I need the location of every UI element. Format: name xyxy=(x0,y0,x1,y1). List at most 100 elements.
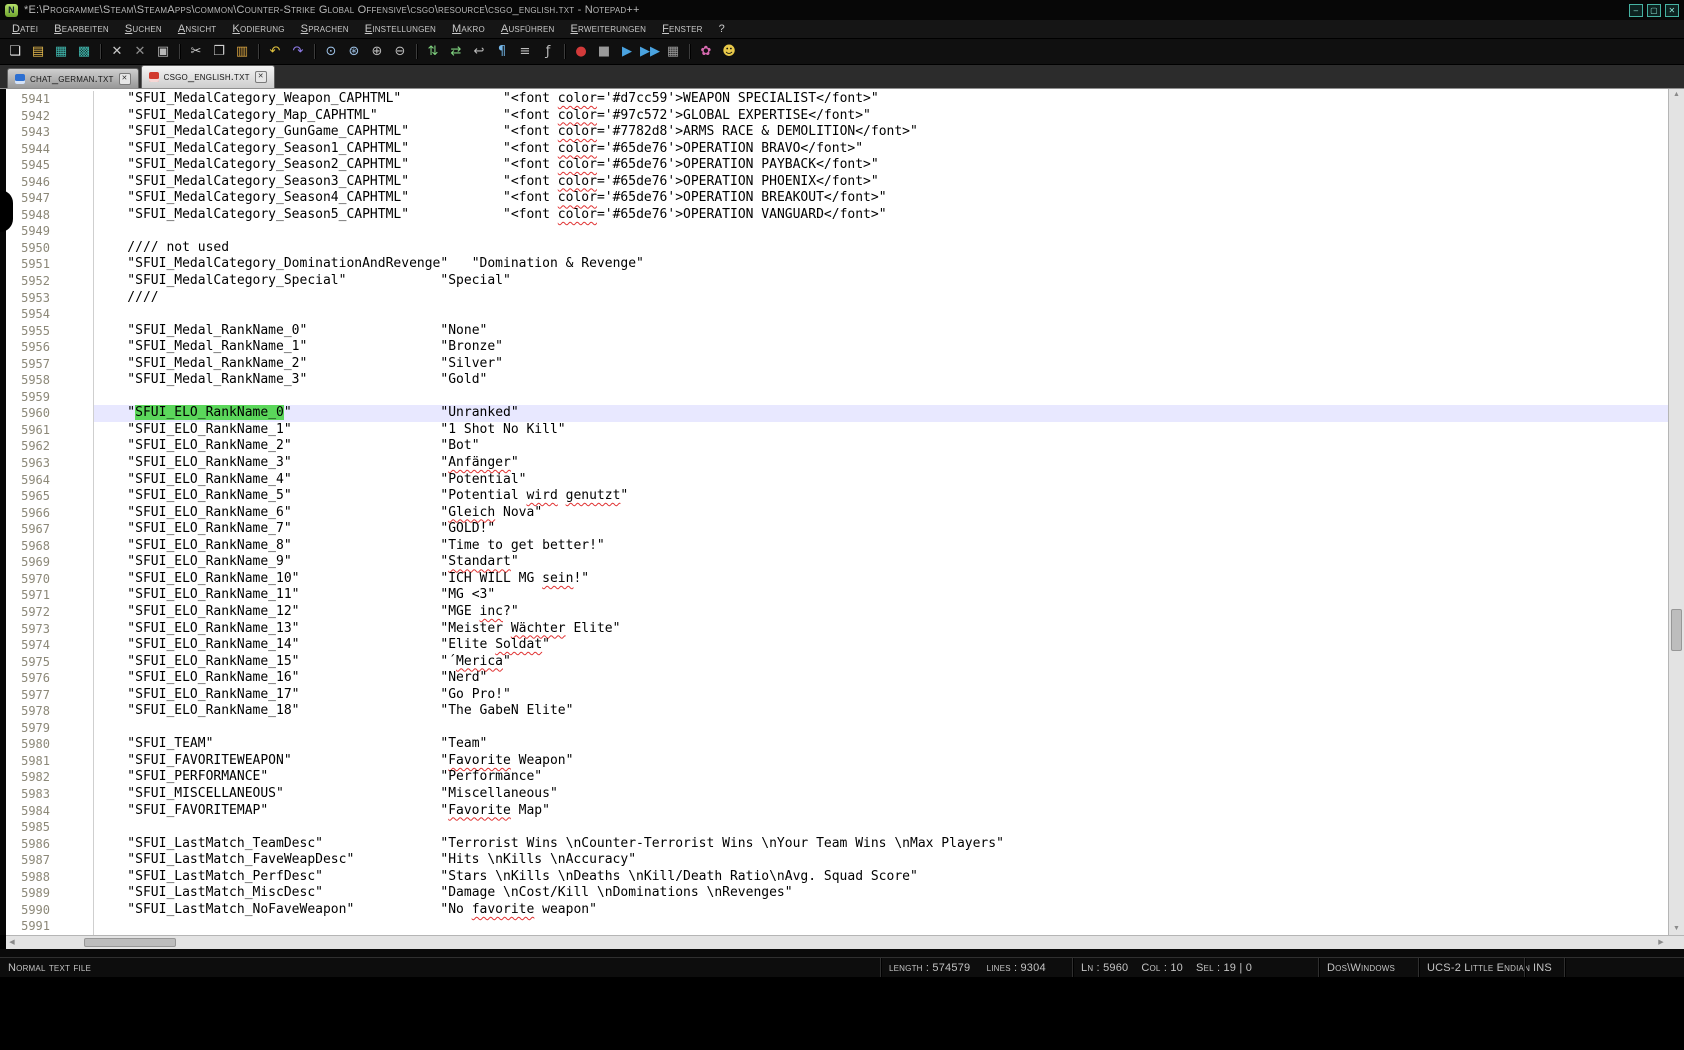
menu-kodierung[interactable]: Kodierung xyxy=(224,21,292,37)
indent-guide-icon[interactable]: ≡ xyxy=(514,42,536,62)
record-macro-icon[interactable]: ● xyxy=(570,42,592,62)
line-number[interactable]: 5945 xyxy=(6,157,60,174)
line-number[interactable]: 5990 xyxy=(6,902,60,919)
editor-line[interactable]: 5962 "SFUI_ELO_RankName_2" "Bot" xyxy=(6,438,1668,456)
menu-ausfuehren[interactable]: Ausführen xyxy=(493,21,563,37)
editor-line[interactable]: 5958 "SFUI_Medal_RankName_3" "Gold" xyxy=(6,372,1668,389)
menu-ansicht[interactable]: Ansicht xyxy=(170,21,225,37)
editor-line[interactable]: 5950 //// not used xyxy=(6,239,1668,257)
show-all-characters-icon[interactable]: ¶ xyxy=(491,42,513,62)
editor-line[interactable]: 5945 "SFUI_MedalCategory_Season2_CAPHTML… xyxy=(6,157,1668,174)
plugin-icon-1[interactable]: ✿ xyxy=(695,42,717,62)
line-number[interactable]: 5974 xyxy=(6,637,60,654)
play-macro-icon[interactable]: ▶ xyxy=(616,42,638,62)
line-number[interactable]: 5964 xyxy=(6,472,60,489)
editor-line[interactable]: 5953 //// xyxy=(6,289,1668,307)
editor-line[interactable]: 5961 "SFUI_ELO_RankName_1" "1 Shot No Ki… xyxy=(6,421,1668,439)
editor-line[interactable]: 5960 "SFUI_ELO_RankName_0" "Unranked" xyxy=(6,405,1668,422)
line-number[interactable]: 5956 xyxy=(6,339,60,356)
line-number[interactable]: 5970 xyxy=(6,571,60,588)
scroll-right-arrow-icon[interactable]: ▶ xyxy=(1655,936,1667,949)
editor-line[interactable]: 5949 xyxy=(6,223,1668,240)
line-number[interactable]: 5952 xyxy=(6,273,60,290)
editor-line[interactable]: 5969 "SFUI_ELO_RankName_9" "Standart" xyxy=(6,554,1668,571)
line-number[interactable]: 5946 xyxy=(6,174,60,191)
editor-line[interactable]: 5942 "SFUI_MedalCategory_Map_CAPHTML" "<… xyxy=(6,107,1668,125)
line-number[interactable]: 5985 xyxy=(6,819,60,836)
line-number[interactable]: 5991 xyxy=(6,918,60,935)
line-number[interactable]: 5954 xyxy=(6,306,60,323)
scroll-left-arrow-icon[interactable]: ◀ xyxy=(6,936,18,949)
editor-line[interactable]: 5974 "SFUI_ELO_RankName_14" "Elite Solda… xyxy=(6,637,1668,654)
tab-csgo_english.txt[interactable]: csgo_english.txt ✕ xyxy=(140,65,275,88)
scroll-up-arrow-icon[interactable]: ▲ xyxy=(1669,89,1684,101)
editor-line[interactable]: 5975 "SFUI_ELO_RankName_15" "´Merica" xyxy=(6,653,1668,671)
line-number[interactable]: 5961 xyxy=(6,422,60,439)
cut-icon[interactable]: ✂ xyxy=(185,42,207,62)
print-icon[interactable]: ▣ xyxy=(152,42,174,62)
menu-help[interactable]: ? xyxy=(711,21,733,37)
save-macro-icon[interactable]: ▦ xyxy=(662,42,684,62)
line-number[interactable]: 5977 xyxy=(6,687,60,704)
tab-chat_german.txt[interactable]: chat_german.txt ✕ xyxy=(7,68,139,88)
line-number[interactable]: 5942 xyxy=(6,108,60,125)
editor-line[interactable]: 5984 "SFUI_FAVORITEMAP" "Favorite Map" xyxy=(6,802,1668,820)
line-number[interactable]: 5947 xyxy=(6,190,60,207)
sync-horizontal-scroll-icon[interactable]: ⇄ xyxy=(445,42,467,62)
line-number[interactable]: 5987 xyxy=(6,852,60,869)
editor-line[interactable]: 5989 "SFUI_LastMatch_MiscDesc" "Damage \… xyxy=(6,885,1668,902)
close-button[interactable]: ✕ xyxy=(1665,3,1679,17)
line-number[interactable]: 5955 xyxy=(6,323,60,340)
line-number[interactable]: 5989 xyxy=(6,885,60,902)
redo-icon[interactable]: ↷ xyxy=(287,42,309,62)
editor-line[interactable]: 5956 "SFUI_Medal_RankName_1" "Bronze" xyxy=(6,339,1668,356)
line-number[interactable]: 5950 xyxy=(6,240,60,257)
editor-line[interactable]: 5963 "SFUI_ELO_RankName_3" "Anfänger" xyxy=(6,455,1668,472)
editor-line[interactable]: 5970 "SFUI_ELO_RankName_10" "ICH WILL MG… xyxy=(6,570,1668,588)
line-number[interactable]: 5966 xyxy=(6,505,60,522)
editor-line[interactable]: 5944 "SFUI_MedalCategory_Season1_CAPHTML… xyxy=(6,140,1668,158)
editor-line[interactable]: 5991 xyxy=(6,918,1668,935)
editor-line[interactable]: 5979 xyxy=(6,719,1668,737)
editor-line[interactable]: 5987 "SFUI_LastMatch_FaveWeapDesc" "Hits… xyxy=(6,852,1668,869)
editor-line[interactable]: 5964 "SFUI_ELO_RankName_4" "Potential" xyxy=(6,471,1668,489)
line-number[interactable]: 5949 xyxy=(6,223,60,240)
editor-line[interactable]: 5951 "SFUI_MedalCategory_DominationAndRe… xyxy=(6,256,1668,274)
line-number[interactable]: 5941 xyxy=(6,91,60,108)
menu-makro[interactable]: Makro xyxy=(444,21,493,37)
editor-line[interactable]: 5941 "SFUI_MedalCategory_Weapon_CAPHTML"… xyxy=(6,91,1668,108)
line-number[interactable]: 5962 xyxy=(6,438,60,455)
editor-line[interactable]: 5952 "SFUI_MedalCategory_Special" "Speci… xyxy=(6,273,1668,290)
run-macro-multiple-icon[interactable]: ▶▶ xyxy=(639,42,661,62)
editor-line[interactable]: 5967 "SFUI_ELO_RankName_7" "GOLD!" xyxy=(6,521,1668,538)
editor-line[interactable]: 5954 xyxy=(6,306,1668,323)
editor-line[interactable]: 5966 "SFUI_ELO_RankName_6" "Gleich Nova" xyxy=(6,504,1668,522)
sync-vertical-scroll-icon[interactable]: ⇅ xyxy=(422,42,444,62)
menu-datei[interactable]: Datei xyxy=(4,21,46,37)
vertical-scrollbar-thumb[interactable] xyxy=(1671,609,1682,651)
editor-line[interactable]: 5977 "SFUI_ELO_RankName_17" "Go Pro!" xyxy=(6,686,1668,704)
tab-close-icon[interactable]: ✕ xyxy=(254,71,267,83)
line-number[interactable]: 5953 xyxy=(6,290,60,307)
line-number[interactable]: 5983 xyxy=(6,786,60,803)
horizontal-scrollbar[interactable]: ◀ ▶ xyxy=(6,935,1684,949)
vertical-scrollbar[interactable]: ▲ ▼ xyxy=(1668,89,1684,935)
line-number[interactable]: 5944 xyxy=(6,141,60,158)
maximize-button[interactable]: ▢ xyxy=(1647,3,1661,17)
editor-line[interactable]: 5980 "SFUI_TEAM" "Team" xyxy=(6,736,1668,753)
line-number[interactable]: 5967 xyxy=(6,521,60,538)
editor-line[interactable]: 5978 "SFUI_ELO_RankName_18" "The GabeN E… xyxy=(6,703,1668,720)
line-number[interactable]: 5951 xyxy=(6,256,60,273)
line-number[interactable]: 5988 xyxy=(6,869,60,886)
line-number[interactable]: 5973 xyxy=(6,621,60,638)
menu-erweiterungen[interactable]: Erweiterungen xyxy=(562,21,654,37)
line-number[interactable]: 5976 xyxy=(6,670,60,687)
line-number[interactable]: 5980 xyxy=(6,736,60,753)
editor-line[interactable]: 5943 "SFUI_MedalCategory_GunGame_CAPHTML… xyxy=(6,124,1668,141)
menu-fenster[interactable]: Fenster xyxy=(654,21,711,37)
text-editor[interactable]: 5941 "SFUI_MedalCategory_Weapon_CAPHTML"… xyxy=(6,89,1668,935)
editor-line[interactable]: 5976 "SFUI_ELO_RankName_16" "Nerd" xyxy=(6,670,1668,687)
editor-line[interactable]: 5982 "SFUI_PERFORMANCE" "Performance" xyxy=(6,769,1668,786)
line-number[interactable]: 5979 xyxy=(6,720,60,737)
title-bar[interactable]: N *E:\Programme\Steam\SteamApps\common\C… xyxy=(0,0,1684,20)
